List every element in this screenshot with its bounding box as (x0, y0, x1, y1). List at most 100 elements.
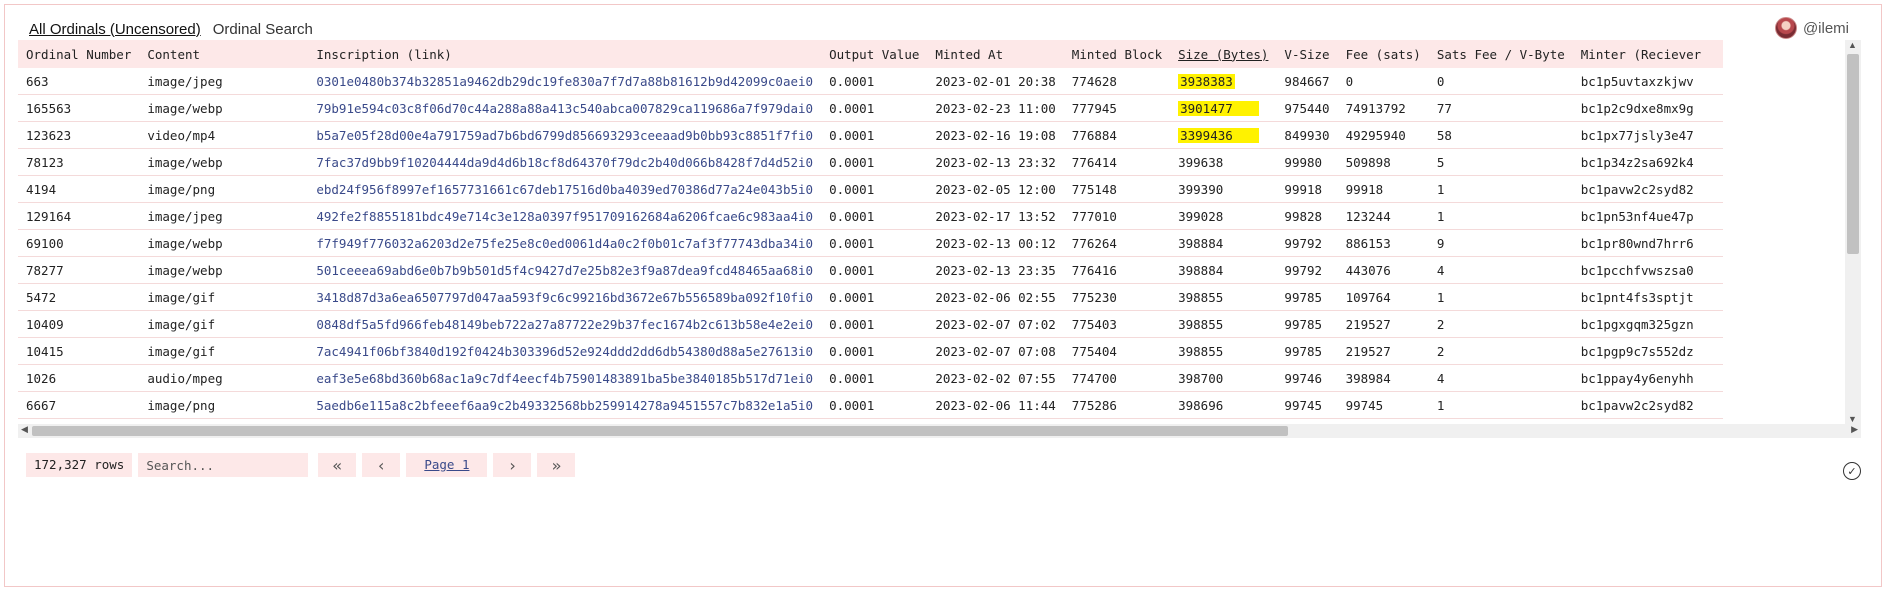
table-cell[interactable]: 7fac37d9bb9f10204444da9d4d6b18cf8d64370f… (308, 148, 822, 176)
table-cell[interactable]: b5a7e05f28d00e4a791759ad7b6bd6799d856693… (308, 121, 822, 149)
table-cell: 398700 (1170, 364, 1277, 392)
last-page-icon[interactable]: » (537, 453, 576, 477)
table-cell: 0.0001 (821, 391, 928, 419)
table-cell: image/png (139, 175, 309, 203)
page-indicator[interactable]: Page 1 (406, 453, 488, 477)
column-header-size-bytes[interactable]: Size (Bytes) (1170, 40, 1276, 68)
table-cell: 398855 (1170, 337, 1277, 365)
scroll-left-icon[interactable]: ◀ (21, 424, 28, 435)
column-header-content[interactable]: Content (139, 40, 308, 68)
table-cell[interactable]: eaf3e5e68bd360b68ac1a9c7df4eecf4b7590148… (308, 364, 822, 392)
table-cell: 886153 (1337, 229, 1429, 257)
table-cell: 775286 (1063, 391, 1171, 419)
table-cell: 2 (1428, 337, 1573, 365)
column-header-sats-fee-v-byte[interactable]: Sats Fee / V-Byte (1429, 40, 1573, 68)
scroll-up-icon[interactable]: ▲ (1848, 40, 1857, 50)
table-row[interactable]: 123623 video/mp4 b5a7e05f28d00e4a791759ad7… (18, 121, 1723, 149)
breadcrumb-ordinal-search[interactable]: Ordinal Search (213, 21, 313, 38)
vertical-scrollbar[interactable]: ▲ ▼ (1845, 40, 1861, 424)
table-cell[interactable]: 3418d87d3a6ea6507797d047aa593f9c6c99216b… (308, 283, 822, 311)
horizontal-scrollbar[interactable]: ◀ ▶ (18, 424, 1861, 438)
table-cell: 774628 (1063, 68, 1171, 95)
table-row[interactable]: 663 image/jpeg 0301e0480b374b32851a9462db2… (18, 68, 1723, 95)
table-cell[interactable]: 79b91e594c03c8f06d70c44a288a88a413c540ab… (308, 94, 822, 122)
table-cell: 984667 (1276, 68, 1338, 95)
table-cell: 78277 (18, 256, 140, 284)
column-header-v-size[interactable]: V-Size (1276, 40, 1337, 68)
table-cell: 399390 (1170, 175, 1277, 203)
table-cell: 99745 (1276, 391, 1338, 419)
check-circle-icon[interactable]: ✓ (1843, 462, 1861, 480)
table-cell[interactable]: 5aedb6e115a8c2bfeeef6aa9c2b49332568bb259… (308, 391, 822, 419)
table-scroll-area[interactable]: Ordinal Number Content Inscription (link) O… (18, 40, 1843, 424)
table-row[interactable]: 10409 image/gif 0848df5a5fd966feb48149beb7… (18, 310, 1723, 338)
table-cell: 849930 (1276, 121, 1338, 149)
table-cell: bc1pgp9c7s552dz (1572, 337, 1723, 365)
table-cell: 99792 (1276, 256, 1338, 284)
scroll-down-icon[interactable]: ▼ (1848, 414, 1857, 424)
table-cell: 219527 (1337, 337, 1429, 365)
table-cell: 774700 (1063, 364, 1171, 392)
table-cell: 77 (1428, 94, 1573, 122)
table-cell: 2023-02-17 13:52 (927, 202, 1064, 230)
table-cell: 4194 (18, 175, 140, 203)
table-cell: 509898 (1337, 148, 1429, 176)
results-table: Ordinal Number Content Inscription (link) O… (18, 40, 1723, 424)
table-cell: bc1pnt4fs3sptjt (1572, 283, 1723, 311)
table-cell: 2023-02-05 12:00 (927, 175, 1064, 203)
table-cell: 776264 (1063, 229, 1171, 257)
table-cell: bc1p34z2sa692k4 (1572, 148, 1723, 176)
table-cell: bc1p2c9dxe8mx9g (1572, 94, 1723, 122)
table-row[interactable]: 4194 image/png ebd24f956f8997ef1657731661c… (18, 175, 1723, 203)
table-cell: 1 (1428, 202, 1573, 230)
table-row[interactable]: 78123 image/webp 7fac37d9bb9f10204444da9d4… (18, 148, 1723, 176)
user-handle: @ilemi (1802, 19, 1849, 37)
table-cell[interactable]: ebd24f956f8997ef1657731661c67deb17516d0b… (308, 175, 822, 203)
table-cell: 165563 (18, 94, 140, 122)
table-cell: 0.0001 (821, 202, 928, 230)
table-cell: 443076 (1337, 256, 1429, 284)
table-cell: 398696 (1170, 391, 1277, 419)
table-row[interactable]: 165563 image/webp 79b91e594c03c8f06d70c44a… (18, 94, 1723, 122)
table-cell: 99785 (1276, 310, 1338, 338)
table-row[interactable]: 69100 image/webp f7f949f776032a6203d2e75fe… (18, 229, 1723, 257)
column-header-minter-reciever[interactable]: Minter (Reciever (1573, 40, 1723, 68)
table-row[interactable]: 78277 image/webp 501ceeea69abd6e0b7b9b501d… (18, 256, 1723, 284)
previous-page-icon[interactable]: ‹ (362, 453, 401, 477)
table-cell: bc1pr80wnd7hrr6 (1572, 229, 1723, 257)
table-row[interactable]: 129164 image/jpeg 492fe2f8855181bdc49e714c… (18, 202, 1723, 230)
column-header-output-value[interactable]: Output Value (821, 40, 927, 68)
table-row[interactable]: 5472 image/gif 3418d87d3a6ea6507797d047aa5… (18, 283, 1723, 311)
table-cell: 6667 (18, 391, 140, 419)
table-cell[interactable]: 0301e0480b374b32851a9462db29dc19fe830a7f… (308, 68, 822, 95)
breadcrumb-all-ordinals[interactable]: All Ordinals (Uncensored) (29, 21, 201, 38)
table-cell: 398855 (1170, 283, 1277, 311)
column-header-minted-block[interactable]: Minted Block (1064, 40, 1170, 68)
table-cell[interactable]: 501ceeea69abd6e0b7b9b501d5f4c9427d7e25b8… (308, 256, 822, 284)
vertical-scroll-thumb[interactable] (1847, 54, 1859, 254)
table-cell[interactable]: 0848df5a5fd966feb48149beb722a27a87722e29… (308, 310, 822, 338)
table-cell: bc1pcchfvwszsa0 (1572, 256, 1723, 284)
next-page-icon[interactable]: › (493, 453, 532, 477)
table-row[interactable]: 6667 image/png 5aedb6e115a8c2bfeeef6aa9c2b… (18, 391, 1723, 419)
table-row[interactable]: 10415 image/gif 7ac4941f06bf3840d192f0424b… (18, 337, 1723, 365)
column-header-ordinal-number[interactable]: Ordinal Number (18, 40, 139, 68)
table-cell: bc1pavw2c2syd82 (1572, 391, 1723, 419)
first-page-icon[interactable]: « (318, 453, 357, 477)
table-row[interactable]: 1026 audio/mpeg eaf3e5e68bd360b68ac1a9c7df… (18, 364, 1723, 392)
highlighted-size: 3399436 (1178, 127, 1259, 143)
scroll-right-icon[interactable]: ▶ (1851, 424, 1858, 435)
table-cell[interactable]: 492fe2f8855181bdc49e714c3e128a0397f95170… (308, 202, 822, 230)
column-header-fee-sats[interactable]: Fee (sats) (1338, 40, 1429, 68)
horizontal-scroll-thumb[interactable] (32, 426, 1288, 436)
user-menu[interactable]: @ilemi (1774, 17, 1849, 39)
table-cell[interactable]: f7f949f776032a6203d2e75fe25e8c0ed0061d4a… (308, 229, 822, 257)
search-input[interactable] (138, 453, 309, 477)
column-header-minted-at[interactable]: Minted At (927, 40, 1063, 68)
table-cell: 5 (1428, 148, 1573, 176)
table-header-row: Ordinal Number Content Inscription (link) O… (18, 40, 1723, 68)
table-cell: 99980 (1276, 148, 1338, 176)
table-cell: bc1p5uvtaxzkjwv (1572, 68, 1723, 95)
table-cell[interactable]: 7ac4941f06bf3840d192f0424b303396d52e924d… (308, 337, 822, 365)
column-header-inscription-link[interactable]: Inscription (link) (308, 40, 821, 68)
